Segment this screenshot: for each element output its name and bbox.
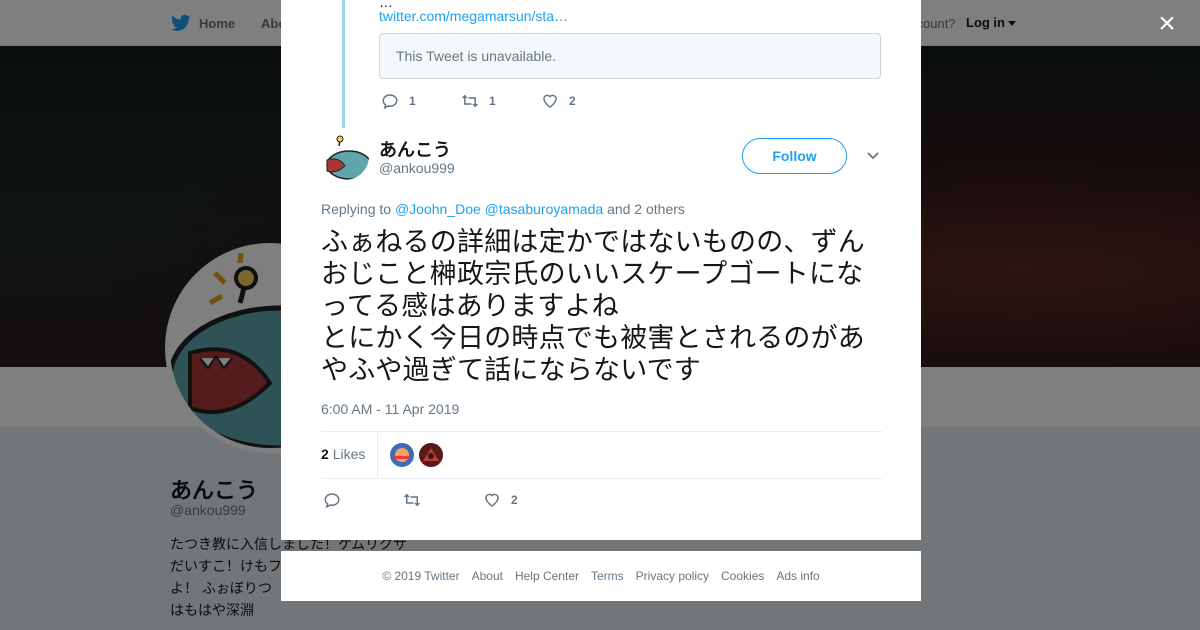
- tweet-text: ふぁねるの詳細は定かではないものの、ずんおじこと榊政宗氏のいいスケープゴートにな…: [321, 227, 865, 386]
- modal-footer: © 2019 Twitter About Help Center Terms P…: [281, 551, 921, 601]
- footer-cookies-link[interactable]: Cookies: [721, 569, 764, 583]
- liker-avatar-image: [419, 443, 444, 467]
- tweet-timestamp[interactable]: 6:00 AM - 11 Apr 2019: [321, 401, 459, 417]
- liker-avatar[interactable]: [390, 443, 415, 467]
- chevron-down-icon[interactable]: [865, 148, 881, 164]
- liker-avatar[interactable]: [419, 443, 444, 467]
- footer-privacy-link[interactable]: Privacy policy: [636, 569, 709, 583]
- like-count: 2: [569, 94, 576, 108]
- tweet-author-handle[interactable]: @ankou999: [379, 160, 455, 176]
- tweet-author-avatar[interactable]: [321, 132, 369, 180]
- tweet-stats: 2 Likes: [321, 431, 882, 479]
- likers-avatars: [390, 443, 444, 467]
- likes-stat[interactable]: 2 Likes: [321, 431, 379, 479]
- follow-button[interactable]: Follow: [742, 138, 847, 174]
- mention-link[interactable]: @tasaburoyamada: [485, 201, 604, 217]
- reply-icon: [324, 493, 340, 509]
- heart-icon: [543, 94, 557, 108]
- tweet-author-name[interactable]: あんこう: [379, 136, 451, 162]
- retweet-count: 1: [489, 94, 496, 108]
- retweet-button[interactable]: 1: [461, 92, 541, 110]
- tweet-permalink-modal: … twitter.com/megamarsun/sta… This Tweet…: [281, 0, 921, 540]
- footer-terms-link[interactable]: Terms: [591, 569, 624, 583]
- close-icon[interactable]: ×: [1152, 9, 1182, 40]
- mention-link[interactable]: @Joohn_Doe: [395, 201, 481, 217]
- reply-count: 1: [409, 94, 416, 108]
- quoted-tweet-unavailable: This Tweet is unavailable.: [379, 33, 881, 79]
- conversation-thread-line: [342, 0, 345, 128]
- footer-about-link[interactable]: About: [472, 569, 503, 583]
- tweet-actions: 2: [323, 491, 563, 509]
- like-button[interactable]: 2: [541, 92, 621, 110]
- anglerfish-avatar-image: [321, 132, 369, 180]
- like-button[interactable]: 2: [483, 491, 563, 509]
- like-count: 2: [511, 493, 518, 507]
- likes-label: Likes: [332, 446, 366, 462]
- copyright: © 2019 Twitter: [382, 569, 460, 583]
- reply-button[interactable]: [323, 491, 403, 509]
- retweet-icon: [461, 94, 479, 108]
- footer-help-link[interactable]: Help Center: [515, 569, 579, 583]
- replying-others[interactable]: and 2 others: [607, 201, 685, 217]
- replying-prefix: Replying to: [321, 201, 392, 217]
- replying-to-line: Replying to @Joohn_Doe @tasaburoyamada a…: [321, 201, 685, 217]
- heart-icon: [485, 493, 499, 507]
- previous-tweet-link[interactable]: twitter.com/megamarsun/sta…: [379, 8, 568, 24]
- reply-button[interactable]: 1: [381, 92, 461, 110]
- reply-icon: [382, 94, 398, 110]
- retweet-icon: [403, 493, 421, 507]
- likes-count: 2: [321, 446, 329, 462]
- previous-tweet-actions: 1 1 2: [381, 92, 621, 110]
- liker-avatar-image: [390, 443, 415, 467]
- footer-ads-link[interactable]: Ads info: [776, 569, 819, 583]
- retweet-button[interactable]: [403, 491, 483, 509]
